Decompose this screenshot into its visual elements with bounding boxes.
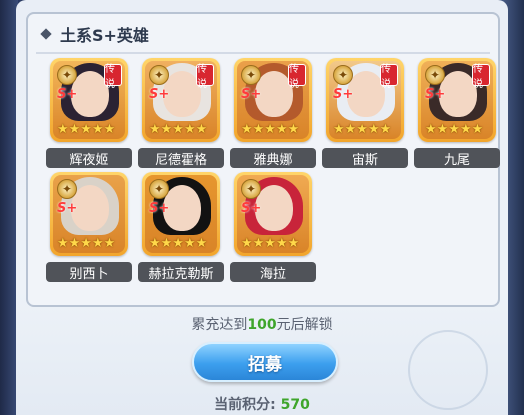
- star-rating: ★★★★★: [333, 122, 392, 137]
- divider: [36, 52, 490, 54]
- unlock-condition: 累充达到100元后解锁: [16, 314, 508, 334]
- rank-label: S+: [149, 201, 170, 216]
- hero-card[interactable]: ✦ S+ 传说 ★★★★★ 雅典娜: [230, 58, 316, 170]
- rank-label: S+: [57, 201, 78, 216]
- hero-name: 九尾: [414, 148, 500, 168]
- hero-name: 雅典娜: [230, 148, 316, 168]
- hero-card[interactable]: ✦ S+ 传说 ★★★★★ 宙斯: [322, 58, 408, 170]
- legend-badge: 传说: [380, 64, 398, 90]
- recruit-label: 招募: [248, 354, 282, 375]
- rank-label: S+: [333, 87, 354, 102]
- element-medal-icon: ✦: [425, 65, 445, 85]
- hero-frame: ✦ S+ 传说 ★★★★★: [418, 58, 496, 142]
- element-medal-icon: ✦: [149, 179, 169, 199]
- hero-card[interactable]: ✦ S+ 传说 ★★★★★ 尼德霍格: [138, 58, 224, 170]
- hero-name: 别西卜: [46, 262, 132, 282]
- diamond-icon: [40, 28, 52, 40]
- legend-badge: 传说: [196, 64, 214, 90]
- star-rating: ★★★★★: [425, 122, 484, 137]
- hero-card[interactable]: ✦ S+ 传说 ★★★★★ 九尾: [414, 58, 500, 170]
- legend-badge: 传说: [472, 64, 490, 90]
- hero-card[interactable]: ✦ S+ ★★★★★ 别西卜: [46, 172, 132, 284]
- section-header: 土系S+英雄: [40, 22, 149, 46]
- points-value: 570: [280, 397, 310, 413]
- current-points: 当前积分: 570: [16, 394, 508, 414]
- hero-portrait: ✦ S+ ★★★★★: [145, 175, 217, 253]
- hero-portrait: ✦ S+ 传说 ★★★★★: [421, 61, 493, 139]
- hero-portrait: ✦ S+ ★★★★★: [53, 175, 125, 253]
- hero-card[interactable]: ✦ S+ 传说 ★★★★★ 辉夜姬: [46, 58, 132, 170]
- hero-frame: ✦ S+ ★★★★★: [234, 172, 312, 256]
- hero-name: 辉夜姬: [46, 148, 132, 168]
- unlock-prefix: 累充达到: [191, 317, 248, 333]
- star-rating: ★★★★★: [57, 236, 116, 251]
- element-medal-icon: ✦: [57, 65, 77, 85]
- star-rating: ★★★★★: [149, 236, 208, 251]
- hero-frame: ✦ S+ 传说 ★★★★★: [326, 58, 404, 142]
- hero-portrait: ✦ S+ 传说 ★★★★★: [53, 61, 125, 139]
- rank-label: S+: [425, 87, 446, 102]
- star-rating: ★★★★★: [149, 122, 208, 137]
- element-medal-icon: ✦: [241, 65, 261, 85]
- hero-name: 尼德霍格: [138, 148, 224, 168]
- hero-section: 土系S+英雄 ✦ S+ 传说 ★★★★★ 辉夜姬 ✦ S+ 传说 ★★★★★ 尼…: [26, 12, 500, 307]
- hero-pool-panel: 土系S+英雄 ✦ S+ 传说 ★★★★★ 辉夜姬 ✦ S+ 传说 ★★★★★ 尼…: [16, 0, 508, 415]
- hero-frame: ✦ S+ 传说 ★★★★★: [142, 58, 220, 142]
- hero-name: 宙斯: [322, 148, 408, 168]
- legend-badge: 传说: [104, 64, 122, 90]
- star-rating: ★★★★★: [241, 236, 300, 251]
- rank-label: S+: [149, 87, 170, 102]
- element-medal-icon: ✦: [241, 179, 261, 199]
- star-rating: ★★★★★: [57, 122, 116, 137]
- hero-portrait: ✦ S+ 传说 ★★★★★: [329, 61, 401, 139]
- star-rating: ★★★★★: [241, 122, 300, 137]
- rank-label: S+: [57, 87, 78, 102]
- element-medal-icon: ✦: [57, 179, 77, 199]
- hero-name: 赫拉克勒斯: [138, 262, 224, 282]
- hero-frame: ✦ S+ ★★★★★: [142, 172, 220, 256]
- hero-frame: ✦ S+ 传说 ★★★★★: [50, 58, 128, 142]
- hero-card[interactable]: ✦ S+ ★★★★★ 海拉: [230, 172, 316, 284]
- element-medal-icon: ✦: [149, 65, 169, 85]
- element-medal-icon: ✦: [333, 65, 353, 85]
- hero-portrait: ✦ S+ ★★★★★: [237, 175, 309, 253]
- hero-name: 海拉: [230, 262, 316, 282]
- points-label: 当前积分:: [214, 397, 276, 413]
- legend-badge: 传说: [288, 64, 306, 90]
- hero-frame: ✦ S+ 传说 ★★★★★: [234, 58, 312, 142]
- unlock-amount: 100: [247, 317, 277, 333]
- hero-portrait: ✦ S+ 传说 ★★★★★: [145, 61, 217, 139]
- section-title: 土系S+英雄: [60, 26, 149, 45]
- hero-portrait: ✦ S+ 传说 ★★★★★: [237, 61, 309, 139]
- rank-label: S+: [241, 201, 262, 216]
- hero-card[interactable]: ✦ S+ ★★★★★ 赫拉克勒斯: [138, 172, 224, 284]
- recruit-button[interactable]: 招募: [192, 342, 338, 382]
- rank-label: S+: [241, 87, 262, 102]
- unlock-suffix: 元后解锁: [276, 317, 333, 333]
- hero-frame: ✦ S+ ★★★★★: [50, 172, 128, 256]
